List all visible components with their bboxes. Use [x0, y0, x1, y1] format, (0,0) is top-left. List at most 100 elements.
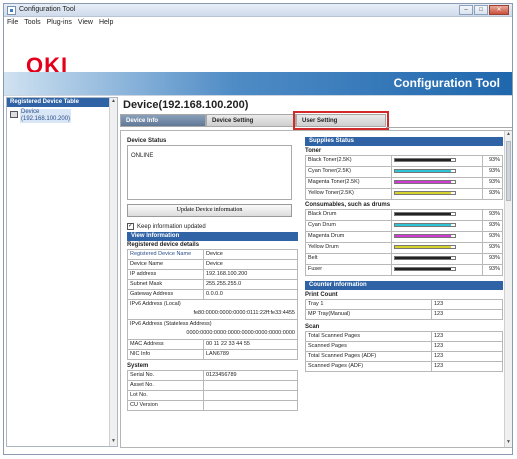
table-row: Subnet Mask 255.255.255.0 — [127, 279, 298, 290]
supply-row: Fuser 93% — [305, 264, 504, 276]
toner-table: Black Toner(2.5K) 93% Cyan Toner(2.5K) 93% M… — [305, 155, 504, 200]
scroll-thumb[interactable] — [506, 141, 511, 201]
consumables-table: Black Drum 93% Cyan Drum 93% Magenta Drum 93%… — [305, 209, 504, 276]
supply-percent: 93% — [481, 209, 504, 221]
supply-row: Yellow Toner(2.5K) 93% — [305, 188, 504, 200]
supply-row: Belt 93% — [305, 253, 504, 265]
supply-level-bar — [393, 267, 456, 271]
supply-level-fill — [394, 181, 451, 183]
row-label: CU Version — [127, 400, 204, 411]
close-button[interactable]: ✕ — [489, 5, 509, 15]
supply-percent: 93% — [481, 188, 504, 200]
menu-view[interactable]: View — [78, 19, 93, 26]
supply-level-bar — [393, 158, 456, 162]
table-row: CU Version — [127, 400, 298, 411]
row-label: MP Tray(Manual) — [305, 309, 432, 320]
scroll-up-icon[interactable]: ▲ — [505, 131, 512, 139]
keep-updated-option[interactable]: ✓ Keep information updated — [127, 223, 298, 230]
consumables-label: Consumables, such as drums — [305, 202, 391, 208]
ipv6-local-label: IPv6 Address (Local) — [130, 301, 181, 307]
supply-level-fill — [394, 268, 451, 270]
menu-tools[interactable]: Tools — [24, 19, 40, 26]
supply-level-fill — [394, 246, 451, 248]
scroll-down-icon[interactable]: ▼ — [110, 438, 117, 446]
row-value: 255.255.255.0 — [203, 279, 298, 290]
row-label: Tray 1 — [305, 299, 432, 310]
supply-level-fill — [394, 170, 451, 172]
supply-level-bar — [393, 169, 456, 173]
menu-help[interactable]: Help — [99, 19, 113, 26]
table-row: Registered Device Name Device — [127, 249, 298, 260]
table-row: IPv6 Address (Local) fe80:0000:0000:0000… — [127, 299, 298, 320]
supply-row: Black Toner(2.5K) 93% — [305, 155, 504, 167]
tab-user-setting[interactable]: User Setting — [293, 111, 389, 130]
supply-level-fill — [394, 192, 451, 194]
row-value: 0123456789 — [203, 370, 298, 381]
scan-label: Scan — [305, 324, 320, 330]
supply-level-bar — [393, 212, 456, 216]
supply-level-fill — [394, 224, 451, 226]
row-label: Total Scanned Pages (ADF) — [305, 351, 432, 362]
supply-row: Cyan Drum 93% — [305, 220, 504, 232]
system-table: Serial No. 0123456789 Asset No. Lot No. CU V… — [127, 370, 298, 411]
printer-icon — [10, 111, 18, 118]
minimize-button[interactable]: – — [459, 5, 473, 15]
row-value — [203, 390, 298, 401]
supply-percent: 93% — [481, 242, 504, 254]
scroll-down-icon[interactable]: ▼ — [505, 439, 512, 447]
scroll-up-icon[interactable]: ▲ — [110, 98, 117, 106]
device-status-box: ONLINE — [127, 145, 292, 200]
row-value: 123 — [431, 299, 503, 310]
supplies-status-header: Supplies Status — [305, 137, 503, 146]
view-information-header: View Information — [127, 232, 298, 241]
device-tree-item[interactable]: Device (192.168.100.200) — [7, 107, 117, 125]
table-row: Scanned Pages 123 — [305, 341, 503, 352]
supply-percent: 93% — [481, 253, 504, 265]
maximize-button[interactable]: □ — [474, 5, 488, 15]
keep-updated-checkbox[interactable]: ✓ — [127, 223, 134, 230]
table-row: Total Scanned Pages 123 — [305, 331, 503, 342]
supply-row: Cyan Toner(2.5K) 93% — [305, 166, 504, 178]
row-label: Subnet Mask — [127, 279, 204, 290]
menu-file[interactable]: File — [7, 19, 18, 26]
table-row: Gateway Address 0.0.0.0 — [127, 289, 298, 300]
supply-bar-cell — [390, 253, 483, 265]
table-row: Total Scanned Pages (ADF) 123 — [305, 351, 503, 362]
supply-level-fill — [394, 213, 451, 215]
tab-device-setting[interactable]: Device Setting — [206, 114, 296, 127]
update-device-info-button[interactable]: Update Device information — [127, 204, 292, 217]
table-row: Lot No. — [127, 390, 298, 401]
right-column: Supplies Status Toner Black Toner(2.5K) 9… — [305, 137, 504, 372]
supply-percent: 93% — [481, 166, 504, 178]
tab-device-info[interactable]: Device Info — [120, 114, 206, 127]
ipv6-stateless-label: IPv6 Address (Stateless Address) — [130, 321, 212, 327]
row-value: 00 11 22 33 44 55 — [203, 339, 298, 350]
content-scrollbar[interactable]: ▲ ▼ — [504, 131, 512, 447]
supply-level-bar — [393, 256, 456, 260]
left-scrollbar[interactable]: ▲ ▼ — [109, 98, 117, 446]
row-value: 123 — [431, 341, 503, 352]
title-bar: Configuration Tool – □ ✕ — [4, 4, 512, 17]
row-label: MAC Address — [127, 339, 204, 350]
row-value: 123 — [431, 331, 503, 342]
supply-level-bar — [393, 223, 456, 227]
supply-bar-cell — [390, 166, 483, 178]
table-row: Scanned Pages (ADF) 123 — [305, 361, 503, 372]
supply-percent: 93% — [481, 155, 504, 167]
tab-bar-fill — [386, 114, 512, 128]
table-row: MP Tray(Manual) 123 — [305, 309, 503, 320]
row-label: Device Name — [127, 259, 204, 270]
supply-bar-cell — [390, 155, 483, 167]
supply-name: Yellow Drum — [305, 242, 392, 254]
row-value — [203, 380, 298, 391]
row-label: Asset No. — [127, 380, 204, 391]
supply-level-bar — [393, 234, 456, 238]
print-count-label: Print Count — [305, 292, 338, 298]
ipv6-local-cell: IPv6 Address (Local) fe80:0000:0000:0000… — [127, 299, 298, 320]
supply-row: Magenta Toner(2.5K) 93% — [305, 177, 504, 189]
device-table-pane: Registered Device Table Device (192.168.… — [6, 97, 118, 447]
device-tree-name: Device — [21, 109, 40, 115]
row-value: Device — [203, 259, 298, 270]
header: OKI Configuration Tool — [4, 28, 512, 96]
menu-plugins[interactable]: Plug-ins — [47, 19, 72, 26]
